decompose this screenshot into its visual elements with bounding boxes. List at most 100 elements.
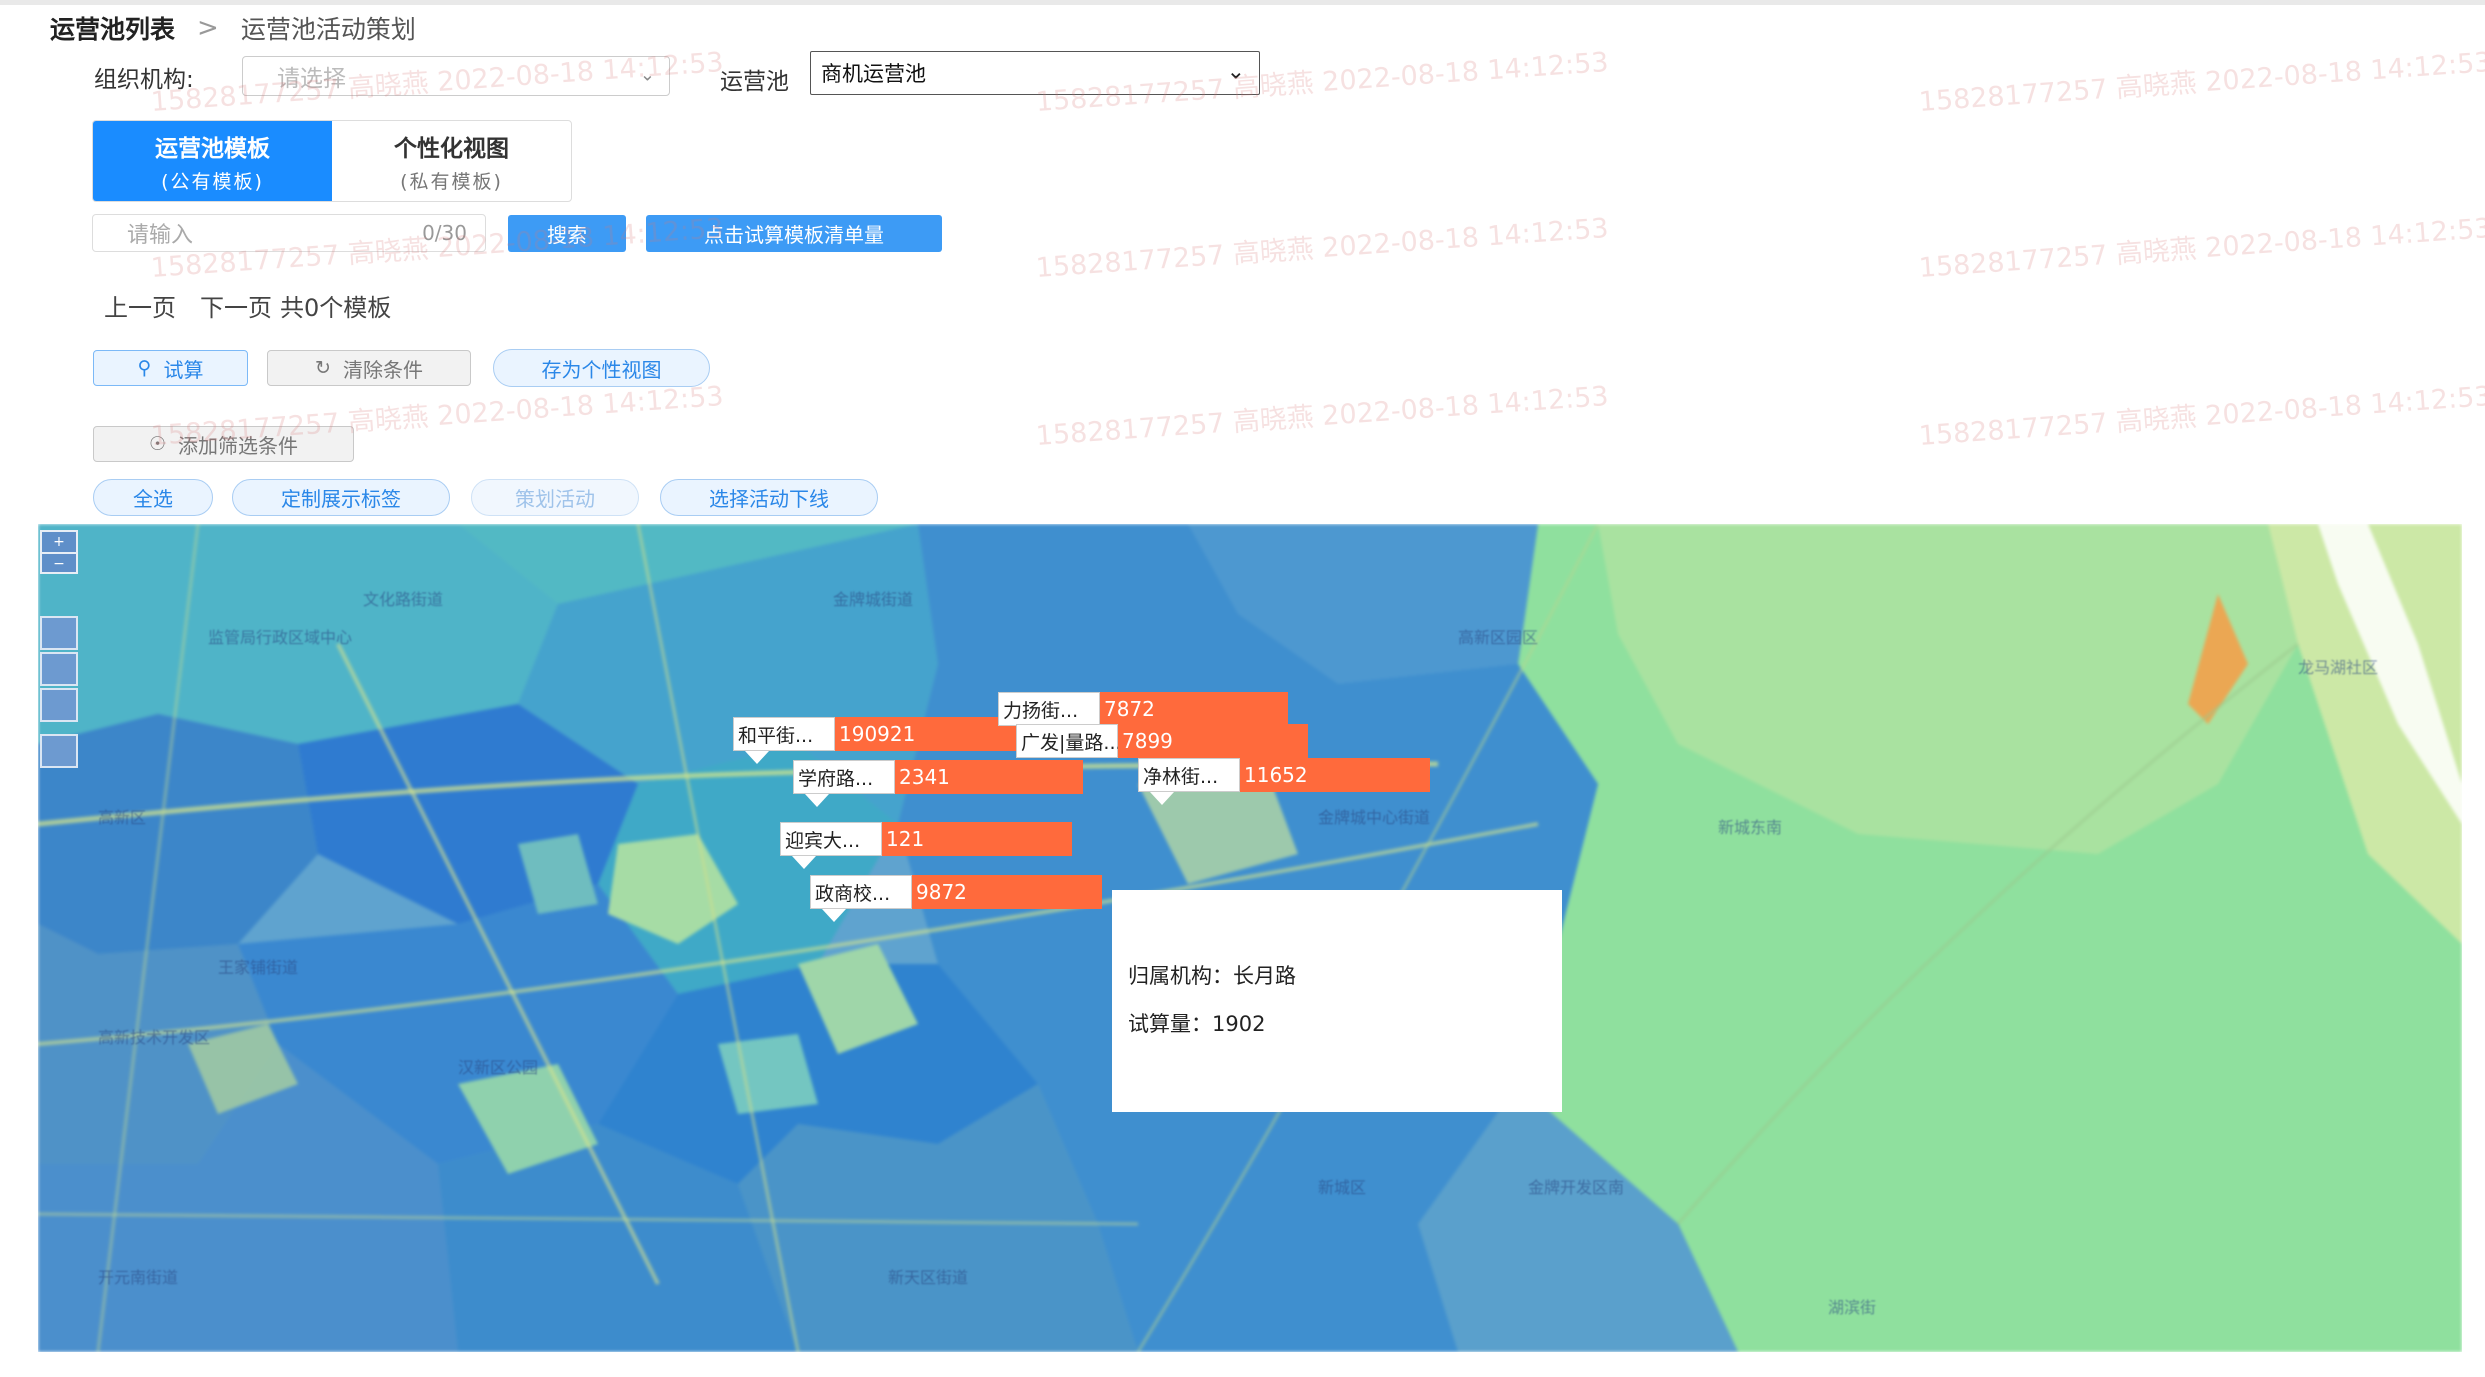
- map-label: 金牌城街道: [833, 590, 914, 609]
- marker-value: 7872: [1100, 692, 1288, 726]
- marker-value: 11652: [1240, 758, 1430, 792]
- map-tooltip: 归属机构：长月路 试算量：1902: [1112, 890, 1562, 1112]
- tooltip-amount: 试算量：1902: [1128, 1012, 1266, 1036]
- map-label: 金牌开发区南: [1528, 1178, 1625, 1197]
- marker-name: 学府路...: [793, 760, 895, 794]
- tab-public-template[interactable]: 运营池模板 (公有模板): [93, 121, 332, 201]
- map-marker[interactable]: 净林街... 11652: [1138, 758, 1430, 805]
- add-filter-button[interactable]: ☉ 添加筛选条件: [93, 426, 354, 462]
- search-placeholder: 请输入: [127, 223, 194, 248]
- pager: 上一页 下一页 共0个模板: [104, 288, 391, 323]
- map-label: 监管局行政区域中心: [208, 628, 353, 647]
- marker-pin: [792, 856, 816, 869]
- template-count: 共0个模板: [280, 294, 392, 322]
- breadcrumb: 运营池列表 > 运营池活动策划: [50, 10, 416, 46]
- map-label: 王家铺街道: [218, 958, 299, 977]
- map-label: 新城东南: [1718, 818, 1783, 837]
- tab-title: 运营池模板: [155, 135, 270, 162]
- marker-value: 2341: [895, 760, 1083, 794]
- add-filter-label: 添加筛选条件: [178, 433, 299, 458]
- pool-label: 运营池: [720, 69, 789, 95]
- refresh-icon: ↻: [315, 357, 331, 379]
- map-marker[interactable]: 和平街... 190921: [733, 717, 1021, 764]
- next-page-link[interactable]: 下一页: [200, 288, 272, 323]
- chevron-down-icon: ⌄: [639, 64, 655, 86]
- marker-name: 政商校...: [810, 875, 912, 909]
- select-all-button[interactable]: 全选: [93, 479, 213, 516]
- top-border: [0, 0, 2485, 5]
- marker-value: 9872: [912, 875, 1102, 909]
- watermark: 15828177257 高晓燕 2022-08-18 14:12:53: [1034, 213, 1610, 284]
- map-tool-icon[interactable]: [40, 652, 78, 686]
- watermark: 15828177257 高晓燕 2022-08-18 14:12:53: [1034, 381, 1610, 452]
- zoom-controls[interactable]: + −: [40, 530, 78, 574]
- search-icon: ⚲: [137, 357, 152, 379]
- map-label: 高新区园区: [1458, 628, 1539, 647]
- tooltip-org: 归属机构：长月路: [1128, 964, 1296, 988]
- trial-button[interactable]: ⚲ 试算: [93, 350, 248, 386]
- marker-name: 广发|量路...: [1016, 724, 1122, 758]
- marker-value: 121: [882, 822, 1072, 856]
- watermark: 15828177257 高晓燕 2022-08-18 14:12:53: [1917, 213, 2485, 284]
- map-tool-icon[interactable]: [40, 616, 78, 650]
- map-marker[interactable]: 学府路... 2341: [793, 760, 1083, 807]
- map-label: 汉新区公园: [458, 1058, 539, 1077]
- map-label: 新天区街道: [888, 1268, 969, 1287]
- tab-subtitle: (公有模板): [161, 170, 264, 193]
- map-marker[interactable]: 力扬街... 7872: [998, 692, 1288, 726]
- org-select-placeholder: 请选择: [277, 66, 346, 92]
- marker-pin: [822, 909, 846, 922]
- map-label: 高新区: [98, 808, 147, 827]
- offline-activity-button[interactable]: 选择活动下线: [660, 479, 878, 516]
- prev-page-link[interactable]: 上一页: [104, 288, 176, 323]
- trial-label: 试算: [163, 357, 204, 382]
- zoom-out-icon[interactable]: −: [42, 554, 76, 574]
- zoom-in-icon[interactable]: +: [42, 532, 76, 554]
- map-tool-icon[interactable]: [40, 734, 78, 768]
- map-label: 文化路街道: [363, 590, 444, 609]
- map-label: 新城区: [1318, 1178, 1367, 1197]
- marker-name: 净林街...: [1138, 758, 1240, 792]
- plan-activity-button[interactable]: 策划活动: [471, 479, 639, 516]
- marker-pin: [1150, 792, 1174, 805]
- map-marker[interactable]: 广发|量路... 7899: [1016, 724, 1308, 758]
- marker-value: 190921: [835, 717, 1021, 751]
- org-select[interactable]: 请选择 ⌄: [242, 56, 670, 96]
- watermark: 15828177257 高晓燕 2022-08-18 14:12:53: [1917, 47, 2485, 118]
- map-label: 金牌城中心街道: [1318, 808, 1431, 827]
- breadcrumb-separator: >: [197, 13, 219, 43]
- pool-select[interactable]: 商机运营池 ⌄: [810, 51, 1260, 95]
- save-personal-view-button[interactable]: 存为个性视图: [493, 349, 710, 387]
- chevron-down-icon: ⌄: [1226, 59, 1245, 85]
- marker-name: 和平街...: [733, 717, 835, 751]
- map-label: 湖滨街: [1828, 1298, 1877, 1317]
- pool-select-value: 商机运营池: [821, 62, 926, 86]
- map-marker[interactable]: 迎宾大... 121: [780, 822, 1072, 869]
- watermark: 15828177257 高晓燕 2022-08-18 14:12:53: [1917, 381, 2485, 452]
- tab-title: 个性化视图: [394, 135, 509, 162]
- marker-pin: [805, 794, 829, 807]
- breadcrumb-root[interactable]: 运营池列表: [50, 10, 175, 46]
- org-label: 组织机构:: [94, 67, 194, 93]
- custom-tags-button[interactable]: 定制展示标签: [232, 479, 450, 516]
- search-button[interactable]: 搜索: [508, 215, 626, 252]
- calc-template-list-button[interactable]: 点击试算模板清单量: [646, 215, 942, 252]
- eye-icon: ☉: [148, 433, 167, 455]
- map-tool-icon[interactable]: [40, 688, 78, 722]
- map-marker[interactable]: 政商校... 9872: [810, 875, 1102, 922]
- map-label: 开元南街道: [98, 1268, 179, 1287]
- marker-name: 迎宾大...: [780, 822, 882, 856]
- map-label: 高新技术开发区: [98, 1028, 211, 1047]
- marker-value: 7899: [1118, 724, 1308, 758]
- template-search-input[interactable]: 请输入 0/30: [92, 214, 486, 252]
- marker-pin: [745, 751, 769, 764]
- marker-name: 力扬街...: [998, 692, 1100, 726]
- clear-conditions-button[interactable]: ↻ 清除条件: [267, 350, 471, 386]
- tab-subtitle: (私有模板): [400, 170, 503, 193]
- template-tabs: 运营池模板 (公有模板) 个性化视图 (私有模板): [92, 120, 572, 202]
- breadcrumb-current: 运营池活动策划: [240, 15, 416, 44]
- tab-personal-view[interactable]: 个性化视图 (私有模板): [332, 121, 571, 201]
- clear-label: 清除条件: [342, 357, 423, 382]
- char-counter: 0/30: [422, 221, 467, 245]
- map-label: 龙马湖社区: [2298, 658, 2379, 677]
